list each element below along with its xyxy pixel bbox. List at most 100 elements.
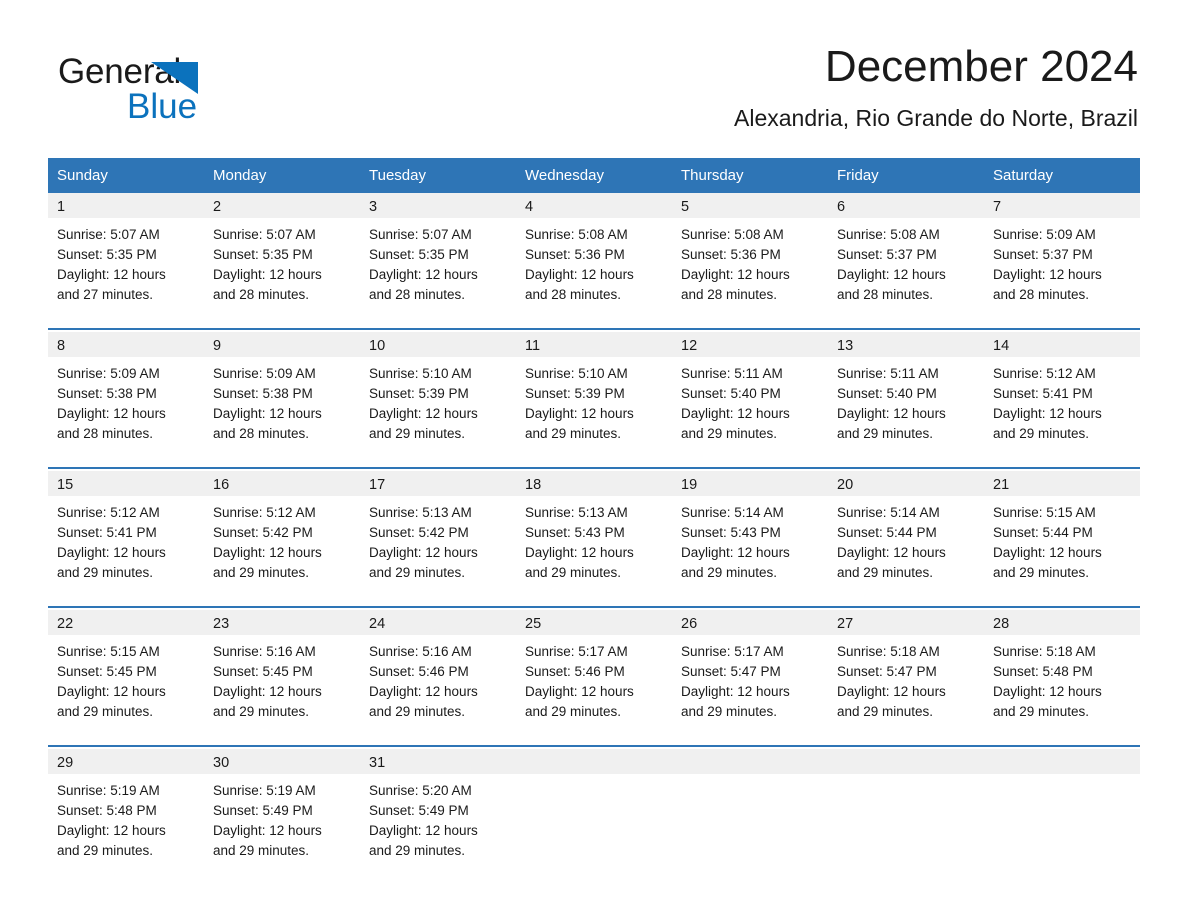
daylight-text-line1: Daylight: 12 hours (369, 267, 478, 282)
day-cell[interactable]: 1 Sunrise: 5:07 AM Sunset: 5:35 PM Dayli… (48, 193, 204, 328)
daylight-text-line1: Daylight: 12 hours (681, 406, 790, 421)
sunrise-text: Sunrise: 5:12 AM (57, 505, 160, 520)
day-cell[interactable]: 22 Sunrise: 5:15 AM Sunset: 5:45 PM Dayl… (48, 606, 204, 745)
calendar-week-row: 15 Sunrise: 5:12 AM Sunset: 5:41 PM Dayl… (48, 467, 1140, 606)
day-cell[interactable]: 28 Sunrise: 5:18 AM Sunset: 5:48 PM Dayl… (984, 606, 1140, 745)
calendar-cell[interactable]: 22 Sunrise: 5:15 AM Sunset: 5:45 PM Dayl… (48, 606, 204, 745)
day-cell[interactable]: 2 Sunrise: 5:07 AM Sunset: 5:35 PM Dayli… (204, 193, 360, 328)
day-cell[interactable]: 26 Sunrise: 5:17 AM Sunset: 5:47 PM Dayl… (672, 606, 828, 745)
daylight-text-line2: and 29 minutes. (57, 565, 154, 580)
calendar-cell[interactable]: 7 Sunrise: 5:09 AM Sunset: 5:37 PM Dayli… (984, 193, 1140, 328)
calendar-cell[interactable]: 2 Sunrise: 5:07 AM Sunset: 5:35 PM Dayli… (204, 193, 360, 328)
daylight-text-line1: Daylight: 12 hours (525, 684, 634, 699)
daylight-text-line1: Daylight: 12 hours (681, 545, 790, 560)
calendar-cell[interactable]: 31 Sunrise: 5:20 AM Sunset: 5:49 PM Dayl… (360, 745, 516, 884)
calendar-cell[interactable]: 15 Sunrise: 5:12 AM Sunset: 5:41 PM Dayl… (48, 467, 204, 606)
sunset-text: Sunset: 5:45 PM (213, 664, 313, 679)
day-cell[interactable]: 17 Sunrise: 5:13 AM Sunset: 5:42 PM Dayl… (360, 467, 516, 606)
day-cell[interactable]: 16 Sunrise: 5:12 AM Sunset: 5:42 PM Dayl… (204, 467, 360, 606)
calendar-cell[interactable]: 19 Sunrise: 5:14 AM Sunset: 5:43 PM Dayl… (672, 467, 828, 606)
calendar-cell[interactable]: 21 Sunrise: 5:15 AM Sunset: 5:44 PM Dayl… (984, 467, 1140, 606)
sunset-text: Sunset: 5:44 PM (837, 525, 937, 540)
calendar-cell[interactable]: 17 Sunrise: 5:13 AM Sunset: 5:42 PM Dayl… (360, 467, 516, 606)
day-cell[interactable]: 27 Sunrise: 5:18 AM Sunset: 5:47 PM Dayl… (828, 606, 984, 745)
calendar-cell[interactable]: 28 Sunrise: 5:18 AM Sunset: 5:48 PM Dayl… (984, 606, 1140, 745)
calendar-cell[interactable]: 20 Sunrise: 5:14 AM Sunset: 5:44 PM Dayl… (828, 467, 984, 606)
day-cell[interactable]: 10 Sunrise: 5:10 AM Sunset: 5:39 PM Dayl… (360, 328, 516, 467)
day-cell-empty (828, 745, 984, 884)
sunrise-text: Sunrise: 5:16 AM (369, 644, 472, 659)
sunset-text: Sunset: 5:45 PM (57, 664, 157, 679)
day-cell[interactable]: 29 Sunrise: 5:19 AM Sunset: 5:48 PM Dayl… (48, 745, 204, 884)
calendar-cell[interactable]: 24 Sunrise: 5:16 AM Sunset: 5:46 PM Dayl… (360, 606, 516, 745)
daylight-text-line2: and 29 minutes. (837, 565, 934, 580)
day-cell[interactable]: 8 Sunrise: 5:09 AM Sunset: 5:38 PM Dayli… (48, 328, 204, 467)
day-cell[interactable]: 25 Sunrise: 5:17 AM Sunset: 5:46 PM Dayl… (516, 606, 672, 745)
day-cell[interactable]: 15 Sunrise: 5:12 AM Sunset: 5:41 PM Dayl… (48, 467, 204, 606)
daylight-text-line1: Daylight: 12 hours (993, 545, 1102, 560)
day-number: 28 (984, 610, 1140, 635)
generalblue-logo[interactable]: General Blue (58, 52, 318, 138)
day-cell[interactable]: 20 Sunrise: 5:14 AM Sunset: 5:44 PM Dayl… (828, 467, 984, 606)
calendar-cell[interactable]: 18 Sunrise: 5:13 AM Sunset: 5:43 PM Dayl… (516, 467, 672, 606)
calendar-cell[interactable]: 11 Sunrise: 5:10 AM Sunset: 5:39 PM Dayl… (516, 328, 672, 467)
day-cell[interactable]: 11 Sunrise: 5:10 AM Sunset: 5:39 PM Dayl… (516, 328, 672, 467)
sunrise-text: Sunrise: 5:10 AM (369, 366, 472, 381)
day-cell[interactable]: 23 Sunrise: 5:16 AM Sunset: 5:45 PM Dayl… (204, 606, 360, 745)
calendar-cell[interactable]: 12 Sunrise: 5:11 AM Sunset: 5:40 PM Dayl… (672, 328, 828, 467)
day-cell[interactable]: 7 Sunrise: 5:09 AM Sunset: 5:37 PM Dayli… (984, 193, 1140, 328)
day-cell[interactable]: 19 Sunrise: 5:14 AM Sunset: 5:43 PM Dayl… (672, 467, 828, 606)
calendar-cell[interactable]: 3 Sunrise: 5:07 AM Sunset: 5:35 PM Dayli… (360, 193, 516, 328)
day-cell[interactable]: 4 Sunrise: 5:08 AM Sunset: 5:36 PM Dayli… (516, 193, 672, 328)
calendar-cell[interactable]: 13 Sunrise: 5:11 AM Sunset: 5:40 PM Dayl… (828, 328, 984, 467)
day-info: Sunrise: 5:16 AM Sunset: 5:45 PM Dayligh… (204, 635, 360, 722)
sunset-text: Sunset: 5:36 PM (681, 247, 781, 262)
day-cell[interactable]: 6 Sunrise: 5:08 AM Sunset: 5:37 PM Dayli… (828, 193, 984, 328)
calendar-cell[interactable]: 9 Sunrise: 5:09 AM Sunset: 5:38 PM Dayli… (204, 328, 360, 467)
daylight-text-line1: Daylight: 12 hours (213, 267, 322, 282)
calendar-cell[interactable]: 1 Sunrise: 5:07 AM Sunset: 5:35 PM Dayli… (48, 193, 204, 328)
weekday-header-tuesday: Tuesday (360, 158, 516, 193)
calendar-cell[interactable]: 6 Sunrise: 5:08 AM Sunset: 5:37 PM Dayli… (828, 193, 984, 328)
calendar-cell[interactable]: 23 Sunrise: 5:16 AM Sunset: 5:45 PM Dayl… (204, 606, 360, 745)
day-number: 7 (984, 193, 1140, 218)
day-cell[interactable]: 21 Sunrise: 5:15 AM Sunset: 5:44 PM Dayl… (984, 467, 1140, 606)
day-cell[interactable]: 12 Sunrise: 5:11 AM Sunset: 5:40 PM Dayl… (672, 328, 828, 467)
sunrise-text: Sunrise: 5:11 AM (681, 366, 783, 381)
sunset-text: Sunset: 5:37 PM (993, 247, 1093, 262)
daylight-text-line1: Daylight: 12 hours (837, 406, 946, 421)
calendar-cell[interactable]: 4 Sunrise: 5:08 AM Sunset: 5:36 PM Dayli… (516, 193, 672, 328)
calendar-cell[interactable]: 26 Sunrise: 5:17 AM Sunset: 5:47 PM Dayl… (672, 606, 828, 745)
daylight-text-line2: and 29 minutes. (993, 704, 1090, 719)
day-cell[interactable]: 24 Sunrise: 5:16 AM Sunset: 5:46 PM Dayl… (360, 606, 516, 745)
day-info: Sunrise: 5:18 AM Sunset: 5:48 PM Dayligh… (984, 635, 1140, 722)
calendar-cell[interactable]: 5 Sunrise: 5:08 AM Sunset: 5:36 PM Dayli… (672, 193, 828, 328)
calendar-cell[interactable]: 14 Sunrise: 5:12 AM Sunset: 5:41 PM Dayl… (984, 328, 1140, 467)
weekday-header-row: Sunday Monday Tuesday Wednesday Thursday… (48, 158, 1140, 193)
day-cell[interactable]: 5 Sunrise: 5:08 AM Sunset: 5:36 PM Dayli… (672, 193, 828, 328)
calendar-cell[interactable]: 10 Sunrise: 5:10 AM Sunset: 5:39 PM Dayl… (360, 328, 516, 467)
day-cell[interactable]: 9 Sunrise: 5:09 AM Sunset: 5:38 PM Dayli… (204, 328, 360, 467)
day-cell[interactable]: 14 Sunrise: 5:12 AM Sunset: 5:41 PM Dayl… (984, 328, 1140, 467)
daylight-text-line1: Daylight: 12 hours (993, 406, 1102, 421)
day-cell[interactable]: 31 Sunrise: 5:20 AM Sunset: 5:49 PM Dayl… (360, 745, 516, 884)
day-cell[interactable]: 30 Sunrise: 5:19 AM Sunset: 5:49 PM Dayl… (204, 745, 360, 884)
day-cell[interactable]: 3 Sunrise: 5:07 AM Sunset: 5:35 PM Dayli… (360, 193, 516, 328)
daylight-text-line1: Daylight: 12 hours (993, 267, 1102, 282)
sunrise-text: Sunrise: 5:08 AM (681, 227, 784, 242)
calendar-cell[interactable]: 25 Sunrise: 5:17 AM Sunset: 5:46 PM Dayl… (516, 606, 672, 745)
calendar-cell[interactable]: 8 Sunrise: 5:09 AM Sunset: 5:38 PM Dayli… (48, 328, 204, 467)
calendar-cell[interactable]: 16 Sunrise: 5:12 AM Sunset: 5:42 PM Dayl… (204, 467, 360, 606)
sunrise-text: Sunrise: 5:08 AM (525, 227, 628, 242)
daylight-text-line1: Daylight: 12 hours (57, 684, 166, 699)
calendar-cell-empty (672, 745, 828, 884)
calendar-cell[interactable]: 29 Sunrise: 5:19 AM Sunset: 5:48 PM Dayl… (48, 745, 204, 884)
calendar-cell[interactable]: 27 Sunrise: 5:18 AM Sunset: 5:47 PM Dayl… (828, 606, 984, 745)
day-cell[interactable]: 13 Sunrise: 5:11 AM Sunset: 5:40 PM Dayl… (828, 328, 984, 467)
daylight-text-line2: and 28 minutes. (369, 287, 466, 302)
daylight-text-line1: Daylight: 12 hours (369, 823, 478, 838)
daylight-text-line2: and 29 minutes. (525, 426, 622, 441)
day-cell[interactable]: 18 Sunrise: 5:13 AM Sunset: 5:43 PM Dayl… (516, 467, 672, 606)
calendar-cell[interactable]: 30 Sunrise: 5:19 AM Sunset: 5:49 PM Dayl… (204, 745, 360, 884)
day-info: Sunrise: 5:09 AM Sunset: 5:38 PM Dayligh… (204, 357, 360, 444)
